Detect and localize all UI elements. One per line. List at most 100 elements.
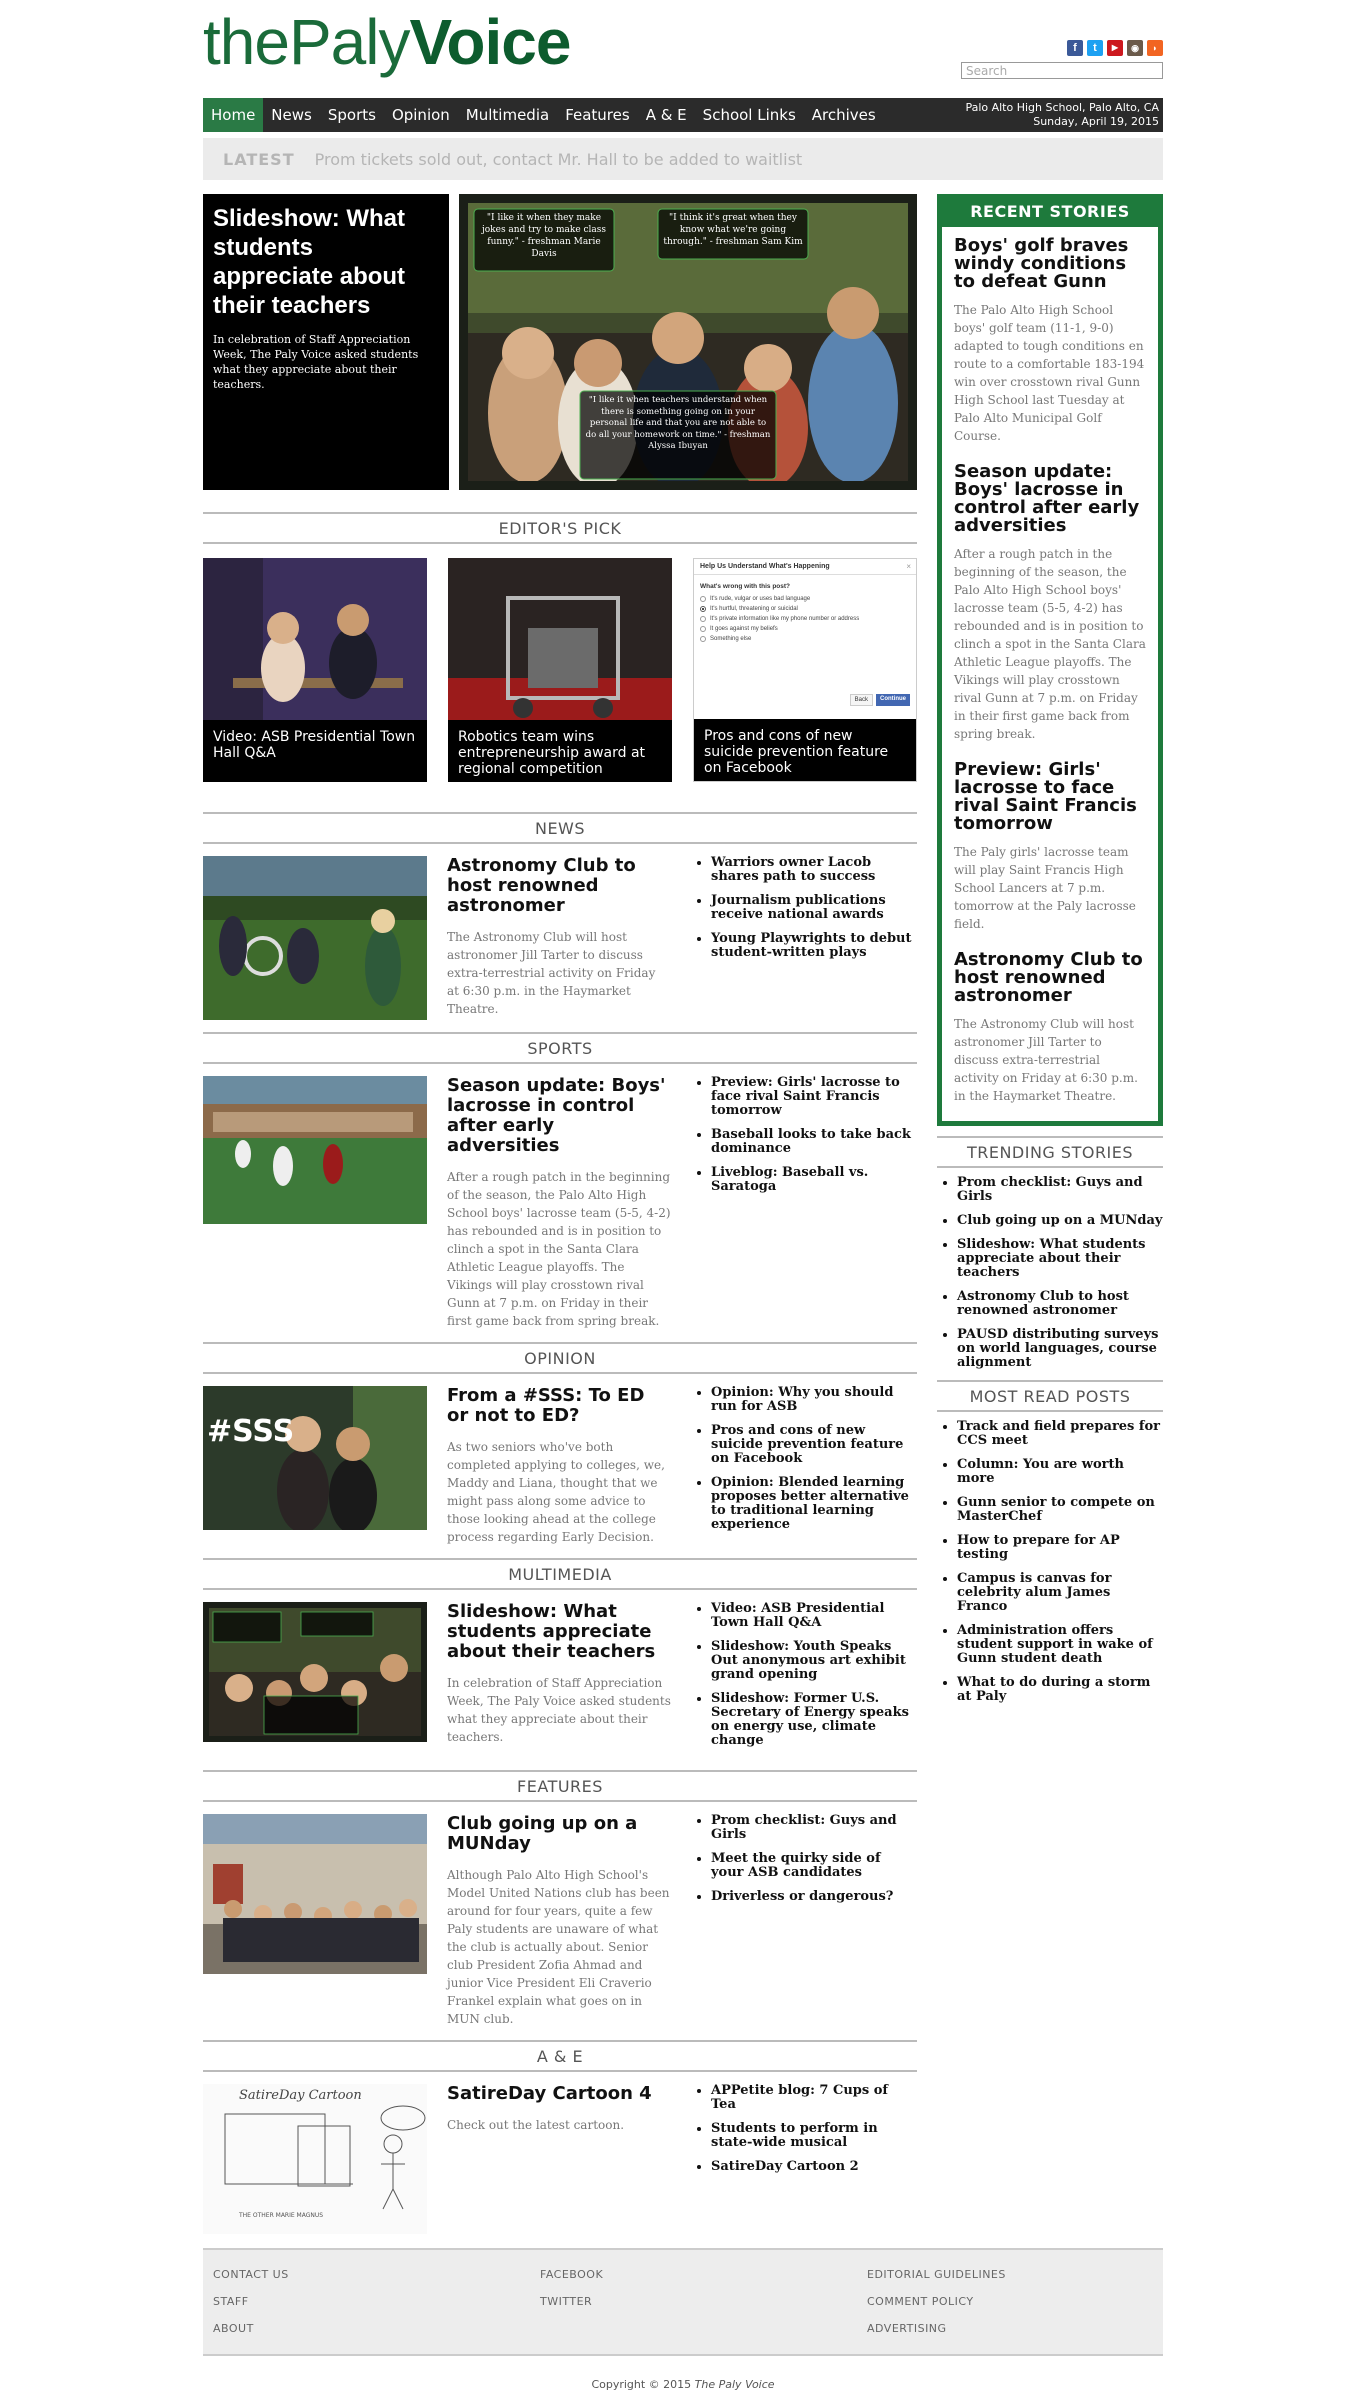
sports-image[interactable]	[203, 1076, 427, 1224]
sports-link[interactable]: Liveblog: Baseball vs. Saratoga	[711, 1166, 917, 1194]
rss-icon[interactable]: ◗	[1147, 40, 1163, 56]
recent-stories-box: RECENT STORIES Boys' golf braves windy c…	[937, 194, 1163, 1126]
features-link[interactable]: Driverless or dangerous?	[711, 1890, 917, 1904]
search-input[interactable]	[961, 62, 1163, 79]
nav-item-news[interactable]: News	[263, 98, 320, 132]
nav-item-opinion[interactable]: Opinion	[384, 98, 458, 132]
featured-story-box[interactable]: Slideshow: What students appreciate abou…	[203, 194, 449, 490]
radio-icon	[700, 626, 706, 632]
dialog-option: It's rude, vulgar or uses bad language	[694, 594, 916, 604]
editors-pick-item[interactable]: Help Us Understand What's Happening × Wh…	[693, 558, 917, 782]
nav-item-features[interactable]: Features	[557, 98, 638, 132]
twitter-icon[interactable]: t	[1087, 40, 1103, 56]
features-image[interactable]	[203, 1814, 427, 1974]
trending-item[interactable]: Prom checklist: Guys and Girls	[957, 1176, 1163, 1204]
copyright-name: The Paly Voice	[694, 2378, 775, 2391]
features-link[interactable]: Meet the quirky side of your ASB candida…	[711, 1852, 917, 1880]
ae-link[interactable]: SatireDay Cartoon 2	[711, 2160, 917, 2174]
featured-photo[interactable]: "I like it when they make jokes and try …	[459, 194, 917, 490]
news-image[interactable]	[203, 856, 427, 1020]
recent-story: Boys' golf braves windy conditions to de…	[942, 227, 1158, 453]
nav-item-home[interactable]: Home	[203, 98, 264, 132]
dialog-title: Help Us Understand What's Happening	[694, 559, 916, 575]
multimedia-title[interactable]: Slideshow: What students appreciate abou…	[447, 1602, 671, 1662]
opinion-title[interactable]: From a #SSS: To ED or not to ED?	[447, 1386, 671, 1426]
news-dek: The Astronomy Club will host astronomer …	[447, 930, 656, 1016]
footer-link-comment-policy[interactable]: COMMENT POLICY	[867, 2295, 1006, 2322]
footer-link-about[interactable]: ABOUT	[213, 2322, 289, 2349]
most-read-item[interactable]: How to prepare for AP testing	[957, 1534, 1163, 1562]
sports-title[interactable]: Season update: Boys' lacrosse in control…	[447, 1076, 671, 1156]
dialog-option-label: It goes against my beliefs	[710, 626, 778, 632]
opinion-link[interactable]: Opinion: Blended learning proposes bette…	[711, 1476, 917, 1532]
opinion-link[interactable]: Pros and cons of new suicide prevention …	[711, 1424, 917, 1466]
nav-item-multimedia[interactable]: Multimedia	[458, 98, 557, 132]
latest-headline[interactable]: Prom tickets sold out, contact Mr. Hall …	[315, 150, 803, 169]
youtube-icon[interactable]: ▶	[1107, 40, 1123, 56]
recent-story-title[interactable]: Preview: Girls' lacrosse to face rival S…	[954, 761, 1146, 833]
trending-item[interactable]: Slideshow: What students appreciate abou…	[957, 1238, 1163, 1280]
sports-link[interactable]: Preview: Girls' lacrosse to face rival S…	[711, 1076, 917, 1118]
page: thePalyVoice f t ▶ ◉ ◗ Home News Sports …	[203, 0, 1163, 2391]
nav-item-ae[interactable]: A & E	[638, 98, 695, 132]
recent-story-title[interactable]: Boys' golf braves windy conditions to de…	[954, 237, 1146, 291]
trending-item[interactable]: Club going up on a MUNday	[957, 1214, 1163, 1228]
footer-link-contact[interactable]: CONTACT US	[213, 2268, 289, 2295]
multimedia-link[interactable]: Video: ASB Presidential Town Hall Q&A	[711, 1602, 917, 1630]
editors-pick-item[interactable]: Robotics team wins entrepreneurship awar…	[448, 558, 672, 782]
opinion-image[interactable]: #SSS	[203, 1386, 427, 1530]
footer-link-advertising[interactable]: ADVERTISING	[867, 2322, 1006, 2349]
trending-item[interactable]: Astronomy Club to host renowned astronom…	[957, 1290, 1163, 1318]
dialog-buttons: Back Continue	[849, 694, 910, 706]
multimedia-link[interactable]: Slideshow: Former U.S. Secretary of Ener…	[711, 1692, 917, 1748]
recent-story-dek: The Palo Alto High School boys' golf tea…	[954, 303, 1145, 443]
news-link[interactable]: Journalism publications receive national…	[711, 894, 917, 922]
most-read-item[interactable]: What to do during a storm at Paly	[957, 1676, 1163, 1704]
footer-link-facebook[interactable]: FACEBOOK	[540, 2268, 603, 2295]
instagram-icon[interactable]: ◉	[1127, 40, 1143, 56]
multimedia-story: Slideshow: What students appreciate abou…	[447, 1602, 671, 1758]
recent-story-title[interactable]: Astronomy Club to host renowned astronom…	[954, 951, 1146, 1005]
multimedia-image[interactable]	[203, 1602, 427, 1742]
news-link[interactable]: Young Playwrights to debut student-writt…	[711, 932, 917, 960]
features-section: FEATURES Club going up on a MUNday Altho…	[203, 1770, 917, 2028]
most-read-list: Track and field prepares for CCS meet Co…	[937, 1412, 1163, 1704]
lacrosse-photo	[203, 1076, 427, 1224]
news-title[interactable]: Astronomy Club to host renowned astronom…	[447, 856, 671, 916]
featured-dek: In celebration of Staff Appreciation Wee…	[213, 333, 419, 391]
facebook-report-dialog: Help Us Understand What's Happening × Wh…	[694, 559, 916, 719]
most-read-item[interactable]: Campus is canvas for celebrity alum Jame…	[957, 1572, 1163, 1614]
recent-story-title[interactable]: Season update: Boys' lacrosse in control…	[954, 463, 1146, 535]
opinion-link[interactable]: Opinion: Why you should run for ASB	[711, 1386, 917, 1414]
footer-link-editorial-guidelines[interactable]: EDITORIAL GUIDELINES	[867, 2268, 1006, 2295]
features-row: Club going up on a MUNday Although Palo …	[203, 1814, 917, 2028]
most-read-item[interactable]: Administration offers student support in…	[957, 1624, 1163, 1666]
features-title[interactable]: Club going up on a MUNday	[447, 1814, 671, 1854]
most-read-item[interactable]: Gunn senior to compete on MasterChef	[957, 1496, 1163, 1524]
ae-link[interactable]: Students to perform in state-wide musica…	[711, 2122, 917, 2150]
ae-link[interactable]: APPetite blog: 7 Cups of Tea	[711, 2084, 917, 2112]
footer-link-twitter[interactable]: TWITTER	[540, 2295, 603, 2322]
nav-item-school-links[interactable]: School Links	[695, 98, 804, 132]
sports-links: Preview: Girls' lacrosse to face rival S…	[691, 1076, 917, 1330]
most-read-item[interactable]: Track and field prepares for CCS meet	[957, 1420, 1163, 1448]
radio-icon	[700, 616, 706, 622]
footer-link-staff[interactable]: STAFF	[213, 2295, 289, 2322]
nav-item-archives[interactable]: Archives	[804, 98, 884, 132]
most-read-heading: MOST READ POSTS	[937, 1380, 1163, 1412]
trending-heading: TRENDING STORIES	[937, 1136, 1163, 1168]
pick-caption: Pros and cons of new suicide prevention …	[694, 719, 916, 781]
multimedia-link[interactable]: Slideshow: Youth Speaks Out anonymous ar…	[711, 1640, 917, 1682]
features-link[interactable]: Prom checklist: Guys and Girls	[711, 1814, 917, 1842]
nav-item-sports[interactable]: Sports	[320, 98, 384, 132]
ae-image[interactable]: SatireDay Cartoon THE OTHER MARIE MAGNUS	[203, 2084, 427, 2234]
most-read-item[interactable]: Column: You are worth more	[957, 1458, 1163, 1486]
featured-title[interactable]: Slideshow: What students appreciate abou…	[213, 204, 439, 320]
sports-link[interactable]: Baseball looks to take back dominance	[711, 1128, 917, 1156]
facebook-icon[interactable]: f	[1067, 40, 1083, 56]
editors-pick-item[interactable]: Video: ASB Presidential Town Hall Q&A	[203, 558, 427, 782]
trending-item[interactable]: PAUSD distributing surveys on world lang…	[957, 1328, 1163, 1370]
ae-title[interactable]: SatireDay Cartoon 4	[447, 2084, 671, 2104]
news-link[interactable]: Warriors owner Lacob shares path to succ…	[711, 856, 917, 884]
dialog-option-label: It's rude, vulgar or uses bad language	[710, 596, 811, 602]
